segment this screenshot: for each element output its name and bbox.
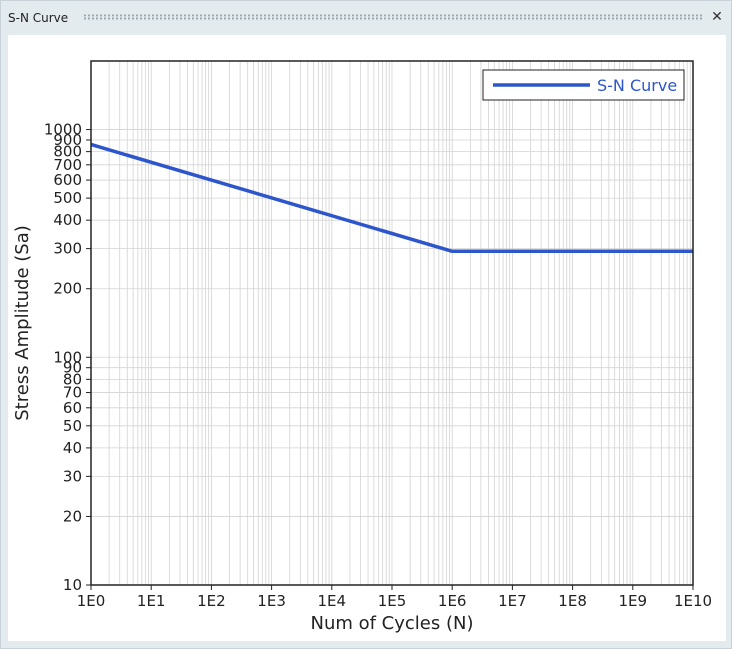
x-tick-label: 1E3	[257, 592, 286, 610]
y-tick-label: 300	[53, 240, 82, 258]
y-tick-label: 30	[63, 467, 82, 485]
chart-panel: 1E0 1E1 1E2 1E3 1E4 1E5 1E6 1E7 1E8 1E9 1E10 10 20 30…	[8, 35, 726, 641]
x-tick-label: 1E9	[619, 592, 648, 610]
y-axis-label: Stress Amplitude (Sa)	[12, 225, 33, 421]
sn-curve-chart: 1E0 1E1 1E2 1E3 1E4 1E5 1E6 1E7 1E8 1E9 1E10 10 20 30…	[12, 60, 712, 634]
y-tick-label: 10	[63, 576, 82, 594]
y-tick-label: 500	[53, 189, 82, 207]
x-tick-label: 1E10	[674, 592, 712, 610]
title-bar[interactable]: S-N Curve ✕	[1, 1, 731, 35]
legend-label: S-N Curve	[597, 76, 677, 95]
x-tick-label: 1E1	[137, 592, 166, 610]
window-title: S-N Curve	[8, 11, 69, 25]
grid-lines	[90, 60, 693, 586]
y-tick-label: 200	[53, 280, 82, 298]
y-tick-label: 100	[53, 348, 82, 366]
y-tick-label: 40	[63, 439, 82, 457]
y-tick-label: 1000	[44, 121, 82, 139]
legend[interactable]: S-N Curve	[482, 69, 685, 101]
y-tick-label: 50	[63, 417, 82, 435]
x-tick-label: 1E8	[558, 592, 587, 610]
x-tick-label: 1E2	[197, 592, 226, 610]
x-tick-label: 1E5	[378, 592, 407, 610]
tick-labels: 1E0 1E1 1E2 1E3 1E4 1E5 1E6 1E7 1E8 1E9 1E10 10 20 30…	[44, 121, 712, 610]
y-tick-label: 20	[63, 507, 82, 525]
drag-handle[interactable]	[83, 14, 703, 20]
x-tick-label: 1E6	[438, 592, 467, 610]
x-axis-label: Num of Cycles (N)	[310, 613, 473, 634]
close-icon[interactable]: ✕	[709, 9, 725, 25]
x-tick-label: 1E0	[77, 592, 106, 610]
sn-curve-window: S-N Curve ✕ 1E0 1E1 1E2 1E3 1E4 1E5 1E6 1E7 1E8 1…	[0, 0, 732, 649]
y-tick-label: 400	[53, 211, 82, 229]
x-tick-label: 1E7	[498, 592, 527, 610]
x-tick-label: 1E4	[318, 592, 347, 610]
